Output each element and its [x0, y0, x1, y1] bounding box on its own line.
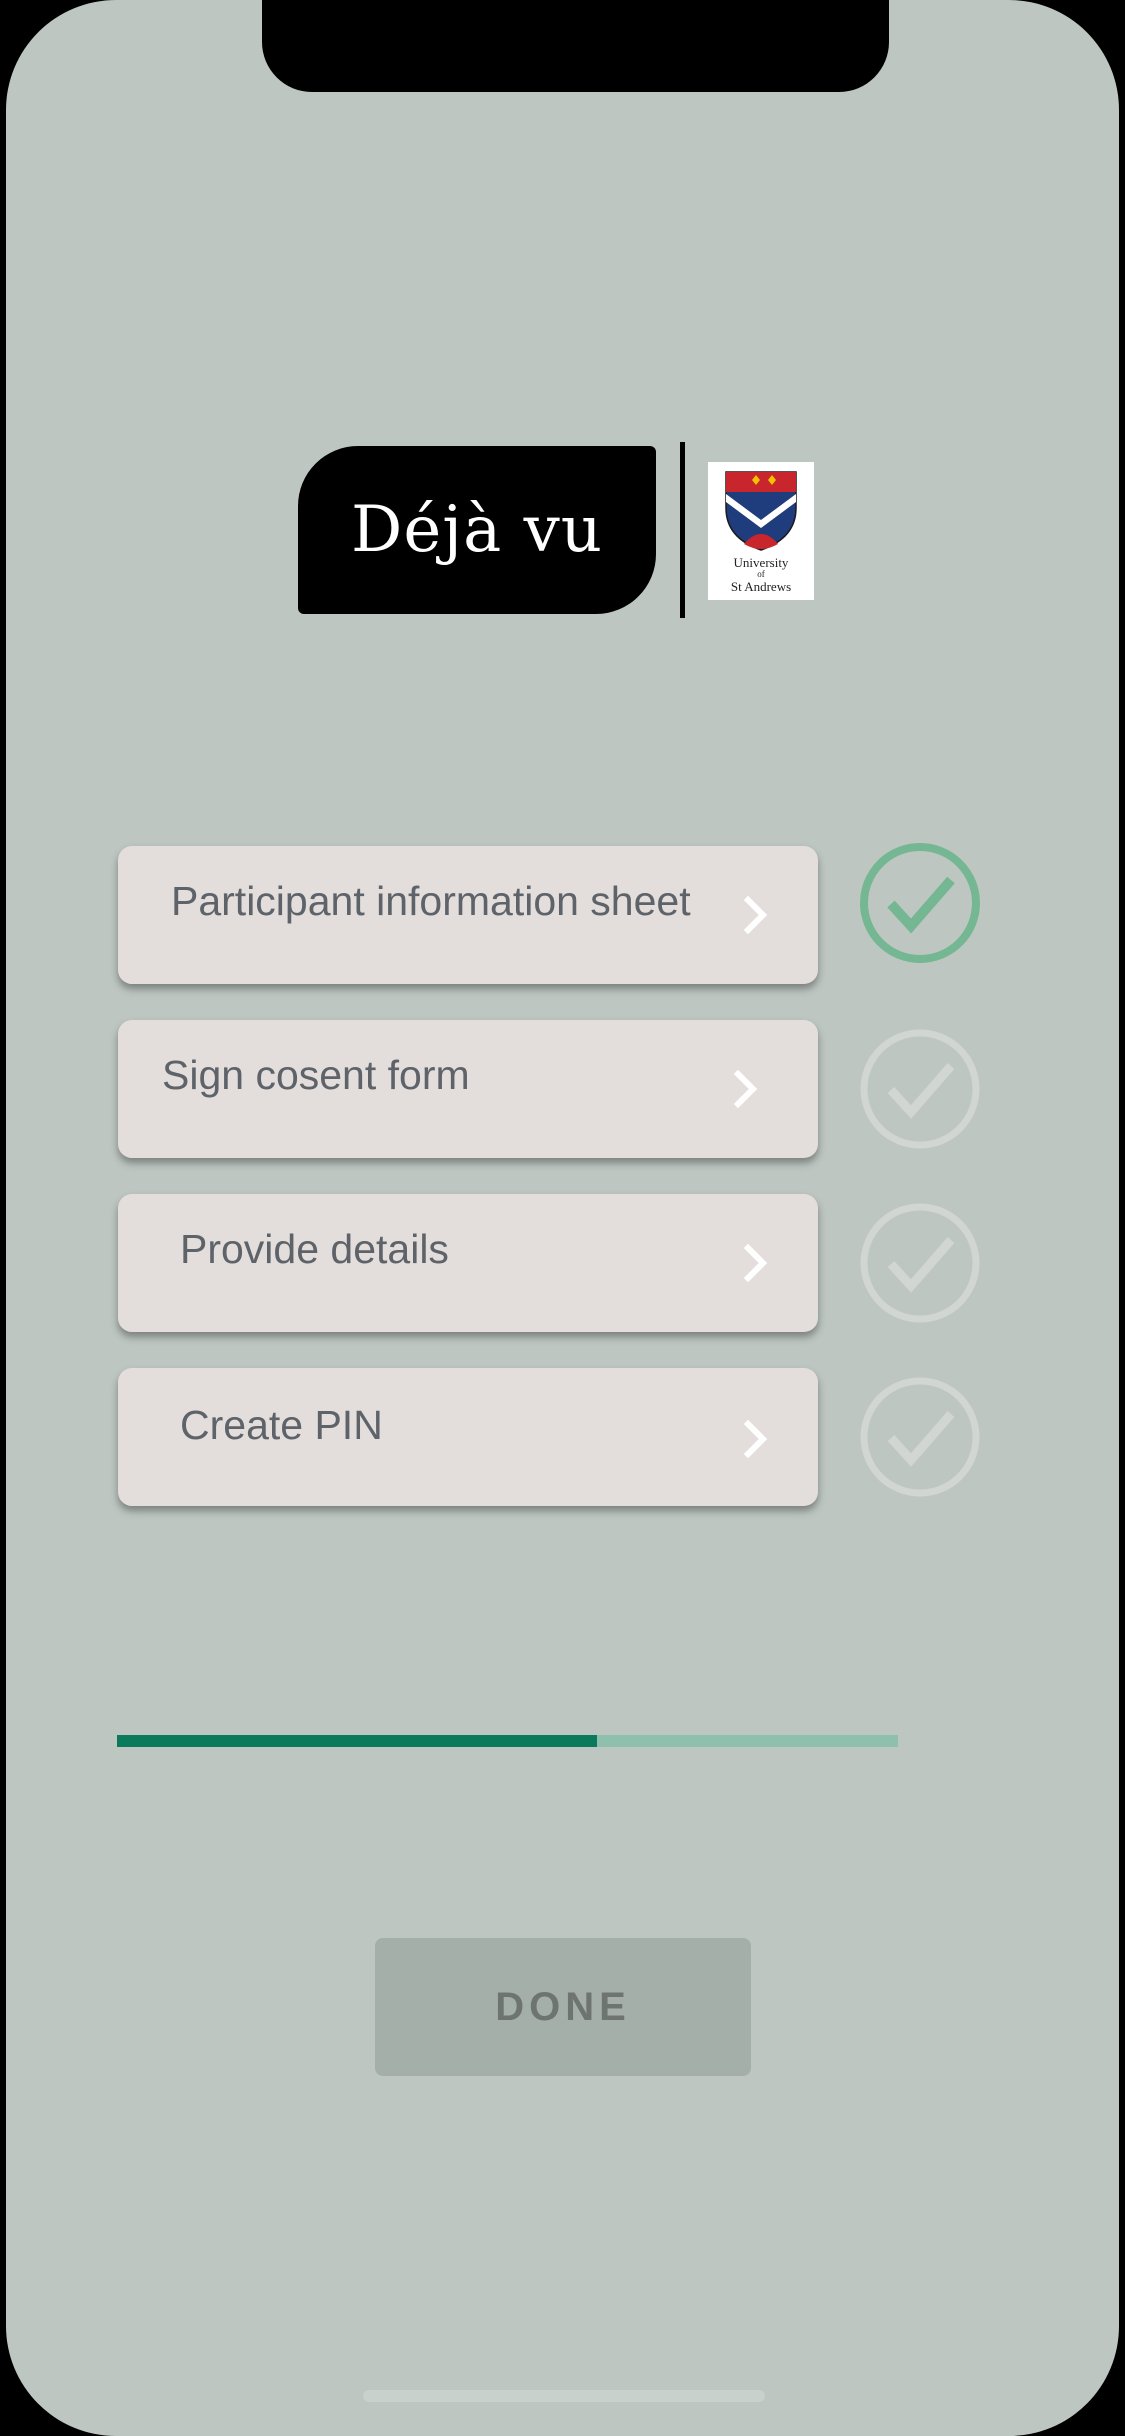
- logo-divider: [680, 442, 685, 618]
- progress-fill: [117, 1735, 598, 1747]
- step-provide-details[interactable]: Provide details: [118, 1194, 818, 1332]
- home-indicator[interactable]: [363, 2390, 765, 2402]
- chevron-right-icon: [733, 1069, 758, 1109]
- step-participant-information-sheet[interactable]: Participant information sheet: [118, 846, 818, 984]
- step-label: Provide details: [180, 1226, 449, 1272]
- check-circle-icon: [860, 1203, 980, 1323]
- crest-line-2: of: [757, 569, 765, 579]
- step-label: Create PIN: [180, 1402, 383, 1448]
- done-label: DONE: [495, 1984, 631, 2029]
- shield-icon: [725, 471, 797, 551]
- onboarding-screen: Déjà vu University of St Andrews Partici…: [6, 0, 1119, 2436]
- progress-bar: [117, 1735, 898, 1747]
- logo-text: Déjà vu: [351, 493, 603, 567]
- deja-vu-logo: Déjà vu: [298, 446, 656, 614]
- university-crest-logo: University of St Andrews: [708, 462, 814, 600]
- device-notch: [262, 0, 889, 92]
- chevron-right-icon: [743, 895, 768, 935]
- check-circle-icon: [860, 1377, 980, 1497]
- done-button[interactable]: DONE: [375, 1938, 751, 2076]
- step-sign-consent-form[interactable]: Sign cosent form: [118, 1020, 818, 1158]
- check-circle-icon: [860, 843, 980, 963]
- app-logo: Déjà vu University of St Andrews: [292, 442, 822, 622]
- step-label: Sign cosent form: [162, 1052, 470, 1098]
- crest-line-3: St Andrews: [730, 579, 792, 594]
- crest-line-1: University: [733, 555, 789, 570]
- check-circle-icon: [860, 1029, 980, 1149]
- step-label: Participant information sheet: [171, 878, 691, 924]
- step-create-pin[interactable]: Create PIN: [118, 1368, 818, 1506]
- chevron-right-icon: [743, 1419, 768, 1459]
- chevron-right-icon: [743, 1243, 768, 1283]
